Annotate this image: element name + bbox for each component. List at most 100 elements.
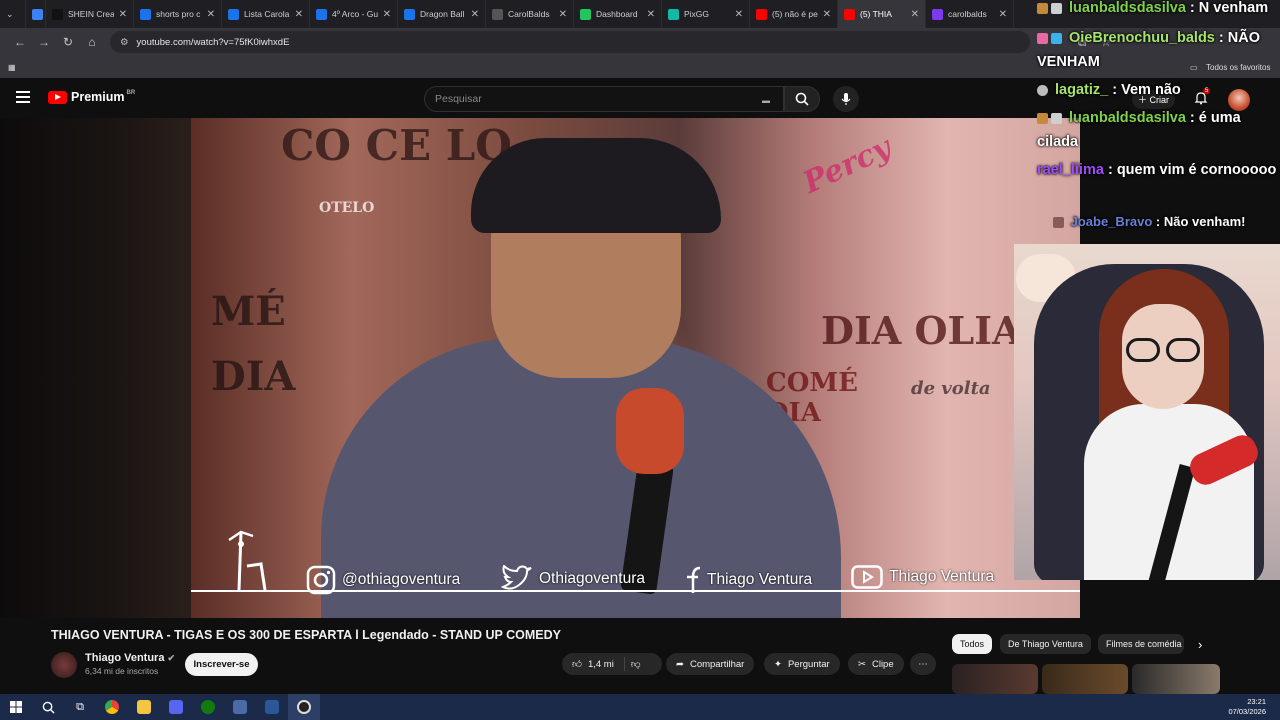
system-clock[interactable]: 23:21 07/03/2026	[1228, 697, 1266, 717]
youtube-play-logo-icon	[48, 90, 67, 104]
scissors-icon: ✂	[858, 658, 866, 670]
browser-tab[interactable]: Dashboard ✕	[574, 0, 662, 28]
tab-close-icon[interactable]: ✕	[647, 9, 655, 20]
site-info-icon[interactable]: ⚙	[120, 37, 129, 48]
hamburger-menu-icon[interactable]	[16, 91, 30, 103]
more-actions-button[interactable]: ⋯	[910, 653, 936, 675]
stream-chat-overlay: luanbaldsdasilva : N venham OieBrenochuu…	[1031, 0, 1280, 242]
chip-todos[interactable]: Todos	[952, 634, 993, 654]
task-view-icon[interactable]: ⧉	[64, 694, 96, 720]
thumbs-up-icon[interactable]: 👍︎	[572, 658, 582, 670]
poster-text-otelo: OTELO	[319, 200, 375, 216]
chip-filmes-de-comedia[interactable]: Filmes de comédia	[1098, 634, 1184, 654]
tab-close-icon[interactable]: ✕	[823, 9, 831, 20]
logo-region: BR	[126, 90, 136, 96]
search-button[interactable]	[784, 86, 820, 112]
recommended-thumbnail[interactable]	[952, 664, 1038, 694]
chat-text: Não venham!	[1163, 214, 1246, 229]
browser-tab[interactable]: SHEIN Crea ✕	[46, 0, 134, 28]
recommended-thumbnail[interactable]	[1132, 664, 1220, 694]
clock-date: 07/03/2026	[1228, 707, 1266, 716]
back-arrow-icon[interactable]: ←	[8, 30, 32, 54]
tab-close-icon[interactable]: ✕	[735, 9, 743, 20]
tab-search-button[interactable]: ⌄	[0, 0, 26, 28]
chat-badge-icon	[1037, 84, 1048, 96]
social-instagram-text: @othiagoventura	[342, 571, 461, 588]
browser-tab[interactable]	[26, 0, 46, 28]
video-player[interactable]: CO CE LO OTELO MÉ DIA DIA OLIAS COMÉ DIA…	[191, 118, 1080, 618]
chat-username: OieBrenochuu_balds	[1069, 30, 1215, 46]
tab-close-icon[interactable]: ✕	[559, 9, 567, 20]
channel-name[interactable]: Thiago Ventura ✔	[85, 652, 175, 664]
subscriber-count: 6,34 mi de inscritos	[85, 666, 159, 676]
forward-arrow-icon[interactable]: →	[32, 30, 56, 54]
tab-label: Dragon Ball	[420, 9, 465, 19]
obs-icon[interactable]	[288, 694, 320, 720]
browser-tab[interactable]: Lista Carola ✕	[222, 0, 310, 28]
chat-text: quem vim é cornooooo	[1116, 162, 1277, 178]
thumbs-down-icon[interactable]: 👎︎	[631, 658, 641, 670]
keyboard-icon[interactable]: ▬	[762, 96, 770, 105]
browser-tab[interactable]: (5) não é pe ✕	[750, 0, 838, 28]
chat-username: rael_liima	[1037, 162, 1104, 178]
chat-badge-icon	[1037, 2, 1048, 14]
youtube-logo[interactable]: Premium BR	[48, 90, 135, 104]
home-icon[interactable]: ⌂	[80, 30, 104, 54]
apps-grid-icon[interactable]: ▦	[8, 63, 16, 72]
share-button[interactable]: ➦ Compartilhar	[666, 653, 755, 675]
windows-start-icon[interactable]	[0, 694, 32, 720]
ask-button[interactable]: ✦ Perguntar	[764, 653, 840, 675]
browser-tab[interactable]: carolbalds ✕	[926, 0, 1014, 28]
tab-favicon-icon	[228, 8, 239, 20]
tab-favicon-icon	[668, 8, 679, 20]
share-label: Compartilhar	[689, 658, 745, 670]
chat-username: Joabe_Bravo	[1070, 214, 1153, 229]
url-field[interactable]: ⚙ youtube.com/watch?v=75fK0iwhxdE	[110, 31, 1030, 53]
chip-de-thiago-ventura[interactable]: De Thiago Ventura	[1000, 634, 1091, 654]
like-count[interactable]: 1,4 mi	[588, 659, 614, 670]
browser-tab[interactable]: Dragon Ball ✕	[398, 0, 486, 28]
file-explorer-icon[interactable]	[128, 694, 160, 720]
browser-tab[interactable]: PixGG ✕	[662, 0, 750, 28]
xbox-icon[interactable]	[192, 694, 224, 720]
tab-close-icon[interactable]: ✕	[295, 9, 303, 20]
chat-username: luanbaldsdasilva	[1069, 0, 1186, 16]
tab-close-icon[interactable]: ✕	[911, 9, 919, 20]
chrome-icon[interactable]	[96, 694, 128, 720]
tab-label: SHEIN Crea	[68, 9, 114, 19]
video-side-backdrop	[0, 118, 191, 618]
discord-icon[interactable]	[160, 694, 192, 720]
chat-message: lagatiz_ : Vem não	[1037, 78, 1277, 102]
search-input[interactable]: Pesquisar	[424, 86, 784, 112]
shield-app-icon[interactable]	[224, 694, 256, 720]
taskbar-search-icon[interactable]	[32, 694, 64, 720]
channel-avatar[interactable]	[51, 652, 77, 678]
reload-icon[interactable]: ↻	[56, 30, 80, 54]
browser-tab[interactable]: 4º Arco - Gu ✕	[310, 0, 398, 28]
voice-search-button[interactable]	[833, 86, 859, 112]
tab-close-icon[interactable]: ✕	[119, 9, 127, 20]
tab-close-icon[interactable]: ✕	[471, 9, 479, 20]
tab-label: CarolBalds	[508, 9, 550, 19]
chips-next-chevron-icon[interactable]: ›	[1198, 637, 1202, 652]
clip-button[interactable]: ✂ Clipe	[848, 653, 904, 675]
browser-tab[interactable]: (5) THIA ✕	[838, 0, 926, 28]
poster-text-de-volta: de volta	[911, 378, 991, 399]
social-twitter-text: Othiagoventura	[539, 570, 645, 587]
browser-tab[interactable]: shorts pro c ✕	[134, 0, 222, 28]
subscribe-button[interactable]: Inscrever-se	[185, 653, 258, 676]
url-text: youtube.com/watch?v=75fK0iwhxdE	[136, 36, 290, 48]
tab-label: carolbalds	[948, 9, 987, 19]
tab-label: Lista Carola	[244, 9, 290, 19]
overlay-underline	[191, 590, 1080, 592]
tab-favicon-icon	[404, 8, 415, 20]
tab-favicon-icon	[932, 8, 943, 20]
tab-favicon-icon	[844, 8, 855, 20]
tab-close-icon[interactable]: ✕	[207, 9, 215, 20]
recommended-thumbnail[interactable]	[1042, 664, 1128, 694]
browser-tab[interactable]: CarolBalds ✕	[486, 0, 574, 28]
word-icon[interactable]	[256, 694, 288, 720]
tab-close-icon[interactable]: ✕	[383, 9, 391, 20]
search-icon	[795, 92, 809, 106]
tab-close-icon[interactable]: ✕	[999, 9, 1007, 20]
